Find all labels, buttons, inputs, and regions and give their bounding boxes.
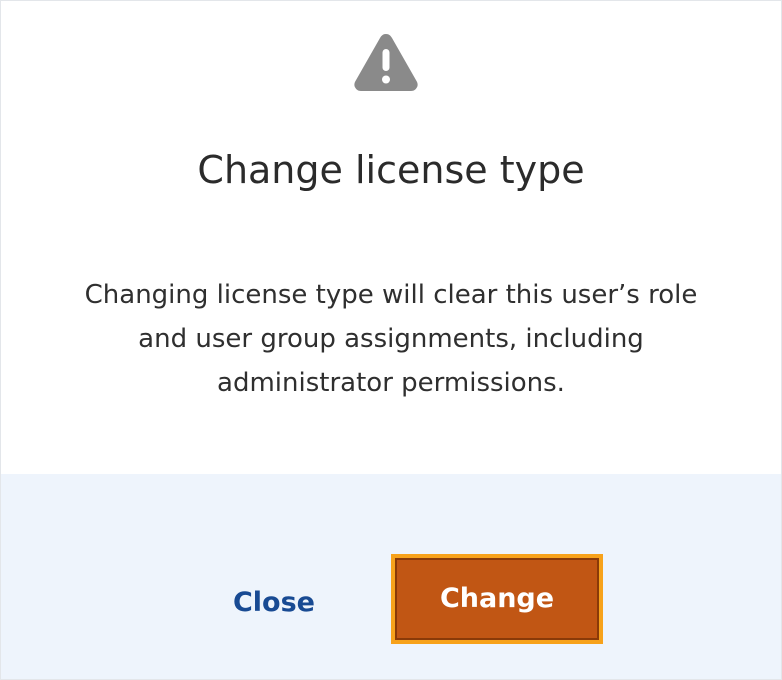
- dialog-body: Change license type Changing license typ…: [1, 1, 781, 474]
- dialog-footer: Close Change: [1, 474, 781, 679]
- dialog-title: Change license type: [197, 148, 585, 192]
- change-license-dialog: Change license type Changing license typ…: [0, 0, 782, 680]
- warning-icon: [354, 34, 418, 91]
- change-button[interactable]: Change: [391, 554, 603, 644]
- dialog-message: Changing license type will clear this us…: [84, 280, 698, 398]
- close-button[interactable]: Close: [207, 572, 341, 634]
